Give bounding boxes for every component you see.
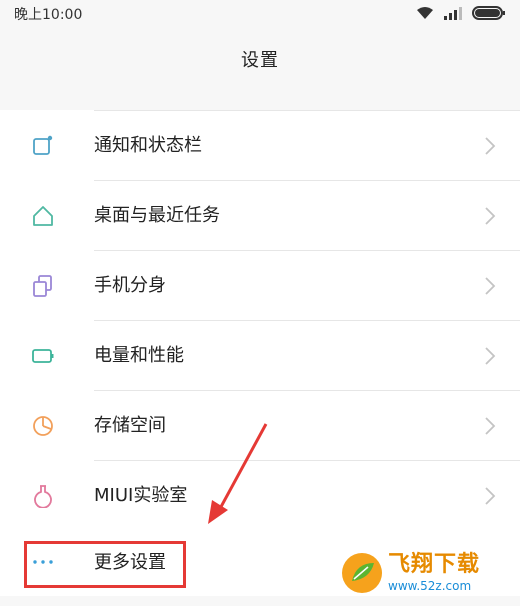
settings-item-label: MIUI实验室 <box>94 485 188 506</box>
title-bar: 设置 <box>0 28 520 90</box>
status-icons <box>416 4 506 22</box>
settings-item-label: 电量和性能 <box>94 345 184 366</box>
settings-item-label: 桌面与最近任务 <box>94 205 220 226</box>
settings-item-storage[interactable]: 存储空间 <box>0 391 520 461</box>
chevron-right-icon <box>485 417 496 435</box>
leaf-logo-icon <box>342 553 382 593</box>
notification-icon <box>33 135 53 155</box>
chevron-right-icon <box>485 277 496 295</box>
lab-flask-icon <box>34 485 52 508</box>
battery-icon <box>472 6 505 20</box>
settings-item-label: 存储空间 <box>94 415 166 436</box>
storage-icon <box>33 416 53 436</box>
chevron-right-icon <box>485 347 496 365</box>
settings-item-label: 手机分身 <box>94 275 166 296</box>
settings-list: 通知和状态栏 桌面与最近任务 手机分身 电量和性能 存储空间 MIUI实验室 <box>0 110 520 590</box>
more-dots-icon <box>33 560 53 564</box>
settings-item-second-space[interactable]: 手机分身 <box>0 251 520 321</box>
chevron-right-icon <box>485 207 496 225</box>
settings-item-home-screen[interactable]: 桌面与最近任务 <box>0 181 520 251</box>
watermark-url: www.52z.com <box>388 579 472 593</box>
chevron-right-icon <box>485 137 496 155</box>
settings-item-notifications[interactable]: 通知和状态栏 <box>0 111 520 181</box>
home-icon <box>33 206 53 226</box>
battery-performance-icon <box>32 349 54 363</box>
watermark: 飞翔下载 www.52z.com <box>342 546 512 600</box>
chevron-right-icon <box>485 487 496 505</box>
settings-item-label: 更多设置 <box>94 552 166 573</box>
settings-item-miui-lab[interactable]: MIUI实验室 <box>0 461 520 531</box>
settings-item-label: 通知和状态栏 <box>94 135 202 156</box>
settings-item-battery-performance[interactable]: 电量和性能 <box>0 321 520 391</box>
watermark-title: 飞翔下载 <box>388 552 481 577</box>
watermark-text: 飞翔下载 www.52z.com <box>388 552 481 593</box>
wifi-icon <box>417 7 433 19</box>
status-time: 晚上10:00 <box>14 7 83 23</box>
status-bar: 晚上10:00 <box>0 0 520 28</box>
signal-icon <box>444 7 462 20</box>
page-title: 设置 <box>241 50 279 71</box>
second-space-icon <box>33 275 52 297</box>
